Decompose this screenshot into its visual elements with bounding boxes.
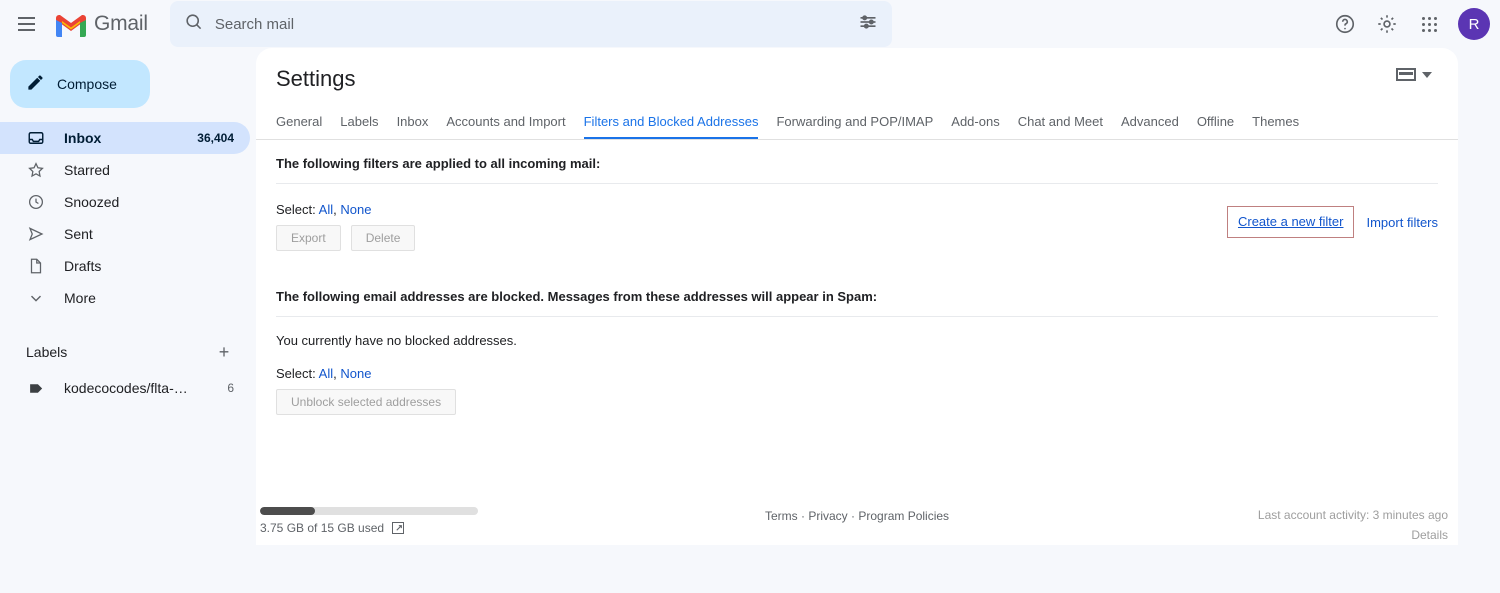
main-menu-icon[interactable]: [6, 4, 46, 44]
select-label: Select:: [276, 366, 316, 381]
sidebar-label-item[interactable]: kodecocodes/flta-… 6: [0, 372, 250, 404]
sidebar-item-label: Snoozed: [64, 194, 120, 210]
details-link[interactable]: Details: [1411, 528, 1448, 542]
storage-info: 3.75 GB of 15 GB used: [260, 521, 405, 535]
page-title: Settings: [276, 66, 356, 91]
unblock-selected-addresses-button[interactable]: Unblock selected addresses: [276, 389, 457, 415]
nav-list: Inbox 36,404 Starred Snoozed Sent Drafts…: [0, 122, 250, 314]
sidebar-label-name: kodecocodes/flta-…: [64, 380, 188, 396]
compose-label: Compose: [57, 76, 117, 92]
blocked-empty-note: You currently have no blocked addresses.: [276, 333, 517, 348]
last-activity-text: Last account activity: 3 minutes ago: [1257, 508, 1448, 522]
tab-themes[interactable]: Themes: [1252, 114, 1299, 139]
chevron-down-icon: [26, 288, 46, 308]
help-circle-icon[interactable]: [1326, 5, 1364, 43]
clock-icon: [26, 192, 46, 212]
apps-grid-icon[interactable]: [1410, 5, 1448, 43]
external-link-icon[interactable]: [392, 522, 405, 534]
import-filters-link[interactable]: Import filters: [1366, 215, 1438, 230]
export-button[interactable]: Export: [276, 225, 341, 251]
tab-filters-and-blocked-addresses[interactable]: Filters and Blocked Addresses: [583, 114, 759, 139]
select-none-link[interactable]: None: [340, 366, 371, 381]
star-icon: [26, 160, 46, 180]
gmail-logo[interactable]: Gmail: [54, 11, 148, 37]
storage-text: 3.75 GB of 15 GB used: [260, 521, 385, 535]
filters-section: The following filters are applied to all…: [256, 140, 1458, 251]
footer-separator: ·: [851, 509, 855, 523]
storage-bar[interactable]: [260, 507, 478, 515]
sidebar-item-inbox[interactable]: Inbox 36,404: [0, 122, 250, 154]
delete-button[interactable]: Delete: [350, 225, 416, 251]
tab-advanced[interactable]: Advanced: [1121, 114, 1179, 139]
tune-icon[interactable]: [858, 12, 878, 37]
tab-offline[interactable]: Offline: [1197, 114, 1234, 139]
display-density-icon: [1396, 68, 1416, 81]
tab-forwarding-and-pop-imap[interactable]: Forwarding and POP/IMAP: [776, 114, 933, 139]
select-all-link[interactable]: All: [319, 366, 333, 381]
tab-general[interactable]: General: [276, 114, 322, 139]
filter-actions: Create a new filter Import filters: [1226, 206, 1438, 238]
draft-icon: [26, 256, 46, 276]
select-all-link[interactable]: All: [319, 202, 333, 217]
sidebar-item-label: Inbox: [64, 130, 102, 146]
sidebar-item-label: Sent: [64, 226, 93, 242]
top-app-bar: Gmail Search mail R: [0, 0, 1500, 48]
select-none-link[interactable]: None: [340, 202, 371, 217]
blocked-button-row: Unblock selected addresses: [276, 389, 1438, 415]
search-icon: [184, 12, 203, 36]
footer: 3.75 GB of 15 GB used Terms · Privacy · …: [256, 495, 1458, 585]
tab-accounts-and-import[interactable]: Accounts and Import: [446, 114, 565, 139]
sidebar-item-snoozed[interactable]: Snoozed: [0, 186, 250, 218]
terms-link[interactable]: Terms: [765, 509, 798, 523]
search-bar[interactable]: [169, 1, 892, 47]
blocked-select-row: Select: All, None: [276, 366, 1438, 381]
filters-heading: The following filters are applied to all…: [276, 156, 1438, 184]
tab-chat-and-meet[interactable]: Chat and Meet: [1018, 114, 1103, 139]
label-tag-icon: [26, 378, 46, 398]
account-activity: Last account activity: 3 minutes ago Det…: [1258, 505, 1448, 545]
labels-header-label: Labels: [26, 344, 68, 360]
sidebar-label-count: 6: [227, 381, 234, 395]
compose-button[interactable]: Compose: [10, 60, 150, 108]
settings-panel: Settings General Labels Inbox Accounts a…: [256, 48, 1458, 545]
gear-icon[interactable]: [1368, 5, 1406, 43]
blocked-heading: The following email addresses are blocke…: [276, 289, 1438, 317]
chevron-down-icon: [1422, 71, 1432, 78]
search-input[interactable]: [214, 15, 858, 33]
sidebar-item-sent[interactable]: Sent: [0, 218, 250, 250]
storage-bar-fill: [260, 507, 315, 515]
blocked-section: The following email addresses are blocke…: [256, 251, 1458, 415]
settings-tabs: General Labels Inbox Accounts and Import…: [256, 106, 1458, 140]
send-icon: [26, 224, 46, 244]
create-filter-highlight: Create a new filter: [1226, 206, 1355, 238]
inbox-icon: [26, 128, 46, 148]
footer-links: Terms · Privacy · Program Policies: [765, 509, 949, 523]
sidebar-item-starred[interactable]: Starred: [0, 154, 250, 186]
labels-header: Labels +: [0, 332, 250, 372]
sidebar-item-label: Starred: [64, 162, 110, 178]
tab-inbox[interactable]: Inbox: [397, 114, 429, 139]
pencil-icon: [26, 73, 45, 95]
sidebar-item-label: More: [64, 290, 96, 306]
plus-icon[interactable]: +: [214, 342, 234, 362]
top-bar-actions: R: [1326, 0, 1490, 48]
sidebar: Compose Inbox 36,404 Starred Snoozed Sen…: [0, 48, 250, 593]
sidebar-item-drafts[interactable]: Drafts: [0, 250, 250, 282]
gmail-wordmark: Gmail: [94, 12, 148, 35]
select-separator: ,: [333, 366, 337, 381]
privacy-link[interactable]: Privacy: [808, 509, 847, 523]
select-label: Select:: [276, 202, 316, 217]
avatar[interactable]: R: [1458, 8, 1490, 40]
tab-labels[interactable]: Labels: [340, 114, 378, 139]
program-policies-link[interactable]: Program Policies: [858, 509, 949, 523]
sidebar-item-more[interactable]: More: [0, 282, 250, 314]
create-new-filter-link[interactable]: Create a new filter: [1238, 214, 1344, 229]
tab-add-ons[interactable]: Add-ons: [951, 114, 999, 139]
sidebar-item-label: Drafts: [64, 258, 102, 274]
footer-separator: ·: [800, 509, 805, 523]
sidebar-item-count: 36,404: [197, 131, 234, 145]
gmail-envelope-icon: [54, 11, 88, 37]
display-density-control[interactable]: [1396, 68, 1432, 81]
select-separator: ,: [333, 202, 337, 217]
